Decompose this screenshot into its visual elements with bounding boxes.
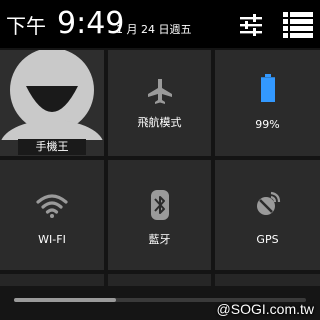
date-text: 1 月 24 日週五 bbox=[116, 23, 192, 36]
quick-settings-button[interactable] bbox=[238, 12, 264, 38]
tile-wifi[interactable]: WI-FI bbox=[0, 160, 104, 270]
airplane-icon bbox=[147, 79, 172, 104]
wifi-icon bbox=[36, 194, 68, 218]
status-header: 下午 9:49 1 月 24 日週五 bbox=[0, 0, 320, 48]
next-row-tile bbox=[108, 274, 211, 286]
tile-label-airplane: 飛航模式 bbox=[137, 116, 182, 129]
list-icon bbox=[283, 12, 313, 38]
clock-time: 9:49 bbox=[57, 6, 125, 41]
next-row-tile bbox=[0, 274, 104, 286]
tile-bluetooth[interactable]: 藍牙 bbox=[108, 160, 211, 270]
next-row-tile bbox=[215, 274, 320, 286]
tile-label-profile: 手機王 bbox=[18, 139, 86, 155]
sliders-icon bbox=[240, 14, 262, 36]
tile-label-battery: 99% bbox=[255, 118, 280, 131]
scrollbar-thumb[interactable] bbox=[14, 298, 116, 302]
tile-battery[interactable]: 99% bbox=[215, 50, 320, 156]
avatar-icon bbox=[1, 50, 103, 140]
tile-label-gps: GPS bbox=[256, 233, 279, 246]
gps-icon bbox=[256, 191, 280, 215]
tile-airplane-mode[interactable]: 飛航模式 bbox=[108, 50, 211, 156]
tile-profile[interactable]: 手機王 bbox=[0, 50, 104, 156]
time-ampm: 下午 bbox=[6, 14, 46, 38]
battery-icon bbox=[260, 74, 275, 102]
watermark: @SOGI.com.tw bbox=[216, 301, 314, 317]
tile-label-bluetooth: 藍牙 bbox=[148, 233, 171, 246]
tile-label-wifi: WI-FI bbox=[38, 233, 66, 246]
notifications-list-button[interactable] bbox=[282, 10, 314, 40]
tile-gps[interactable]: GPS bbox=[215, 160, 320, 270]
bluetooth-icon bbox=[150, 190, 169, 220]
